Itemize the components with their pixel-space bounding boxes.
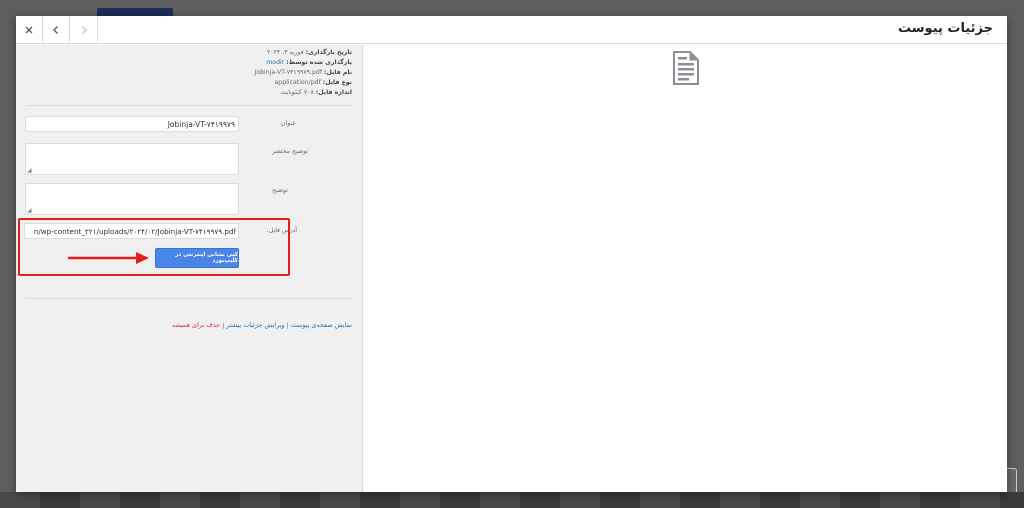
- uploaded-by-link[interactable]: modir: [266, 59, 284, 66]
- chevron-right-icon: [81, 26, 87, 34]
- background-footer: [0, 492, 1024, 508]
- modal-header: جزئیات پیوست: [16, 16, 1007, 44]
- meta-upload-date: تاریخ بارگذاری: فوریه ۳, ۲۰۲۴: [266, 49, 352, 56]
- attachment-actions: نمایش صفحه‌ی پیوست | ویرایش جزئیات بیشتر…: [172, 321, 352, 329]
- meta-file-name: نام فایل: Jobinja-VT-۷۴۱۹۹۷۹.pdf: [254, 69, 353, 76]
- meta-file-size: اندازه فایل: ۷۰۸ کیلوبایت: [280, 89, 352, 96]
- separator: |: [222, 321, 225, 329]
- actions-divider: [26, 298, 353, 299]
- previous-attachment-button[interactable]: [43, 16, 70, 44]
- file-meta: تاریخ بارگذاری: فوریه ۳, ۲۰۲۴ بارگذاری ش…: [255, 48, 353, 98]
- title-label: عنوان: [280, 120, 296, 127]
- highlight-frame: [18, 218, 290, 276]
- document-icon: [673, 51, 699, 89]
- caption-textarea[interactable]: ◢: [25, 143, 239, 175]
- meta-file-type: نوع فایل: application/pdf: [274, 79, 353, 86]
- next-attachment-button[interactable]: [70, 16, 98, 44]
- close-icon: [25, 26, 33, 34]
- caption-label: توضیح مختصر: [272, 148, 308, 155]
- edit-more-details-link[interactable]: ویرایش جزئیات بیشتر: [226, 321, 284, 329]
- separator: |: [286, 321, 289, 329]
- attachment-preview: [363, 45, 1007, 492]
- description-label: توضیح: [271, 187, 288, 194]
- resize-handle-icon[interactable]: ◢: [27, 168, 32, 174]
- chevron-left-icon: [53, 26, 58, 34]
- resize-handle-icon[interactable]: ◢: [27, 208, 32, 214]
- title-input[interactable]: Jobinja-VT-۷۴۱۹۹۷۹: [25, 116, 239, 132]
- arrow-right-icon: [68, 250, 150, 269]
- attachment-details-modal: جزئیات پیوست تاریخ بارگذاری: فوریه ۳, ۲۰…: [16, 16, 1007, 492]
- close-button[interactable]: [16, 16, 43, 44]
- meta-uploaded-by: بارگذاری شده توسط: modir: [266, 59, 352, 66]
- delete-permanently-link[interactable]: حذف برای همیشه: [172, 321, 220, 329]
- view-attachment-page-link[interactable]: نمایش صفحه‌ی پیوست: [291, 321, 352, 329]
- modal-title: جزئیات پیوست: [898, 21, 993, 36]
- meta-divider: [26, 105, 353, 106]
- description-textarea[interactable]: ◢: [25, 183, 239, 215]
